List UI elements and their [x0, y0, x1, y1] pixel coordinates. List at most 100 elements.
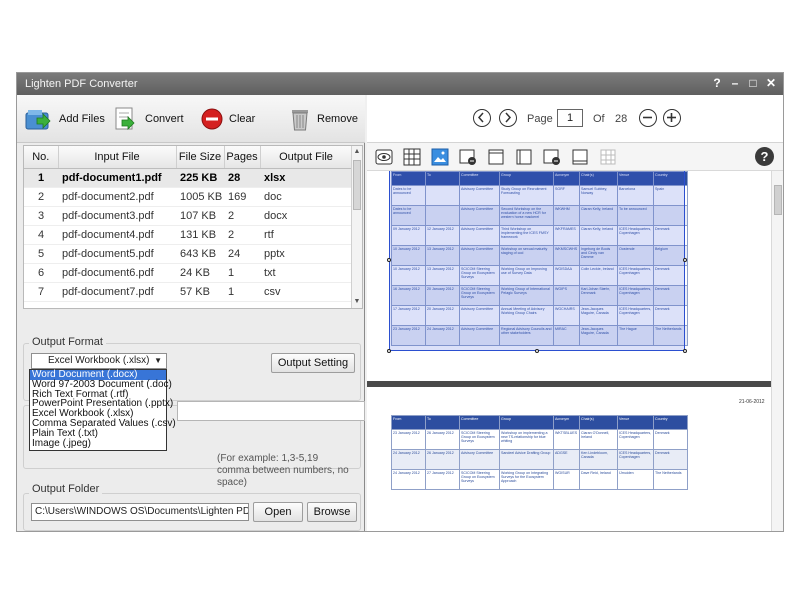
table-header-row: No. Input File File Size Pages Output Fi…: [24, 146, 353, 169]
preview-header-cell: From: [391, 415, 426, 430]
previous-page-button[interactable]: [473, 109, 491, 127]
dropdown-arrow-icon[interactable]: ▼: [154, 354, 162, 368]
browse-button[interactable]: Browse: [307, 502, 357, 522]
chevron-left-icon: [477, 112, 484, 123]
cell-input-file: pdf-document1.pdf: [58, 168, 176, 188]
preview-header-cell: To: [425, 415, 460, 430]
table-row[interactable]: 3 pdf-document3.pdf 107 KB 2 docx: [24, 206, 352, 226]
cell-output-file: rtf: [260, 225, 352, 245]
convert-icon: [115, 107, 135, 130]
selection-handle[interactable]: [387, 349, 391, 353]
output-folder-path[interactable]: C:\Users\WINDOWS OS\Documents\Lighten PD…: [31, 503, 249, 521]
remove-label: Remove: [317, 113, 358, 125]
cell-output-file: txt: [260, 263, 352, 283]
image-icon[interactable]: [431, 148, 449, 166]
help-window-button[interactable]: ?: [711, 76, 723, 90]
table-row[interactable]: 2 pdf-document2.pdf 1005 KB 169 doc: [24, 187, 352, 207]
preview-cell: ICES Headquarters, Copenhagen: [617, 429, 654, 450]
zoom-in-button[interactable]: [663, 109, 681, 127]
output-setting-button[interactable]: Output Setting: [271, 353, 355, 373]
output-format-dropdown: Word Document (.docx) Word 97-2003 Docume…: [29, 369, 176, 451]
convert-label: Convert: [145, 113, 184, 125]
app-window: Lighten PDF Converter ? – □ ✕ Add Files …: [16, 72, 784, 532]
clear-button[interactable]: Clear: [201, 105, 255, 133]
cell-no: 2: [24, 187, 58, 207]
cell-file-size: 57 KB: [176, 282, 224, 302]
left-panel: Add Files Convert Clear Remove No. Input…: [17, 95, 365, 531]
trash-icon: [292, 110, 308, 131]
preview-scrollbar-thumb[interactable]: [774, 185, 782, 215]
cell-file-size: 643 KB: [176, 244, 224, 264]
minimize-button[interactable]: –: [729, 76, 741, 90]
preview-header-cell: Venue: [617, 415, 654, 430]
app-title: Lighten PDF Converter: [25, 78, 138, 90]
title-bar[interactable]: Lighten PDF Converter ? – □ ✕: [17, 73, 783, 95]
next-page-button[interactable]: [499, 109, 517, 127]
table-row[interactable]: 5 pdf-document5.pdf 643 KB 24 pptx: [24, 244, 352, 264]
header-pages[interactable]: Pages: [224, 146, 261, 169]
header-input-file[interactable]: Input File: [58, 146, 177, 169]
cell-pages: 2: [224, 206, 260, 226]
page-navigation: Page 1 Of 28: [367, 95, 783, 143]
selection-handle[interactable]: [683, 258, 687, 262]
selection-handle[interactable]: [683, 349, 687, 353]
plus-icon: [667, 113, 676, 122]
pdf-preview-area[interactable]: From To Committee Group Acronym Chair(s) Venue…: [367, 171, 771, 531]
selection-handle[interactable]: [535, 349, 539, 353]
maximize-button[interactable]: □: [747, 76, 759, 90]
preview-row: 23 January 2012 26 January 2012 SCICOM Ste…: [391, 429, 688, 450]
table-frame-icon[interactable]: [571, 148, 589, 166]
selection-handle[interactable]: [387, 258, 391, 262]
page2-date: 21-06-2012: [739, 399, 765, 405]
table-row[interactable]: 7 pdf-document7.pdf 57 KB 1 csv: [24, 282, 352, 302]
format-option[interactable]: Image (.jpeg): [30, 438, 166, 449]
file-table: No. Input File File Size Pages Output Fi…: [23, 145, 363, 309]
header-no[interactable]: No.: [24, 146, 59, 169]
current-page-input[interactable]: 1: [557, 109, 583, 127]
cell-no: 5: [24, 244, 58, 264]
total-pages: 28: [615, 113, 628, 125]
selected-format: Excel Workbook (.xlsx): [48, 355, 150, 366]
table-row[interactable]: 6 pdf-document6.pdf 24 KB 1 txt: [24, 263, 352, 283]
merge-cells-icon[interactable]: [599, 148, 617, 166]
chevron-right-icon: [505, 112, 512, 123]
remove-row-icon[interactable]: [543, 148, 561, 166]
header-file-size[interactable]: File Size: [176, 146, 225, 169]
page-separator: [367, 381, 771, 387]
clear-icon: [201, 108, 223, 130]
cell-file-size: 24 KB: [176, 263, 224, 283]
scroll-down-icon[interactable]: ▼: [353, 297, 361, 307]
row-icon[interactable]: [515, 148, 533, 166]
cell-pages: 169: [224, 187, 260, 207]
table-row[interactable]: 4 pdf-document4.pdf 131 KB 2 rtf: [24, 225, 352, 245]
column-icon[interactable]: [487, 148, 505, 166]
cell-no: 4: [24, 225, 58, 245]
cell-input-file: pdf-document4.pdf: [58, 225, 176, 245]
preview-scrollbar[interactable]: [771, 171, 783, 531]
cell-pages: 1: [224, 263, 260, 283]
table-selection-box[interactable]: [389, 171, 685, 351]
open-folder-button[interactable]: Open: [253, 502, 303, 522]
table-row[interactable]: 1 pdf-document1.pdf 225 KB 28 xlsx: [24, 168, 352, 188]
remove-column-icon[interactable]: [459, 148, 477, 166]
zoom-out-button[interactable]: [639, 109, 657, 127]
page-range-input[interactable]: [177, 401, 365, 421]
output-format-select[interactable]: Excel Workbook (.xlsx) ▼: [31, 353, 167, 369]
header-output-file[interactable]: Output File: [260, 146, 353, 169]
preview-row: 24 January 2012 27 January 2012 SCICOM Ste…: [391, 469, 688, 490]
remove-button[interactable]: Remove: [289, 105, 358, 133]
scroll-up-icon[interactable]: ▲: [353, 147, 361, 157]
eye-icon[interactable]: [375, 148, 393, 166]
preview-cell: 23 January 2012: [391, 429, 426, 450]
close-button[interactable]: ✕: [765, 76, 777, 90]
file-table-scrollbar[interactable]: ▲ ▼: [351, 146, 362, 308]
grid-icon[interactable]: [403, 148, 421, 166]
scrollbar-thumb[interactable]: [353, 160, 361, 210]
preview-cell: IJmuiden: [617, 469, 654, 490]
convert-button[interactable]: Convert: [113, 105, 184, 133]
preview-header-cell: Country: [653, 415, 688, 430]
cell-input-file: pdf-document2.pdf: [58, 187, 176, 207]
help-icon[interactable]: ?: [755, 147, 774, 166]
preview-cell: ADGSE: [553, 449, 580, 470]
add-files-button[interactable]: Add Files: [25, 105, 105, 133]
